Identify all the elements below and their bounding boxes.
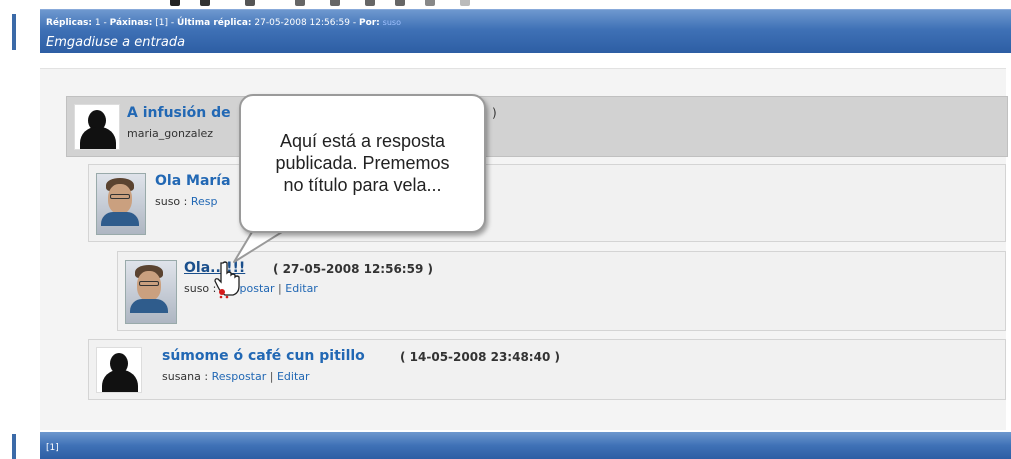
align-right-icon[interactable] [365,0,375,6]
tutorial-callout: Aquí está a resposta publicada. Prememos… [239,94,486,233]
thread-status-text: Emgadiuse a entrada [46,35,186,50]
entry-title-link[interactable]: A infusión de [127,105,231,121]
thread-entry-reply-3: súmome ó café cun pitillo ( 14-05-2008 2… [88,339,1006,400]
callout-text: Aquí está a resposta publicada. Prememos… [275,131,450,195]
entry-date: ( 14-05-2008 23:48:40 ) [400,350,560,364]
entry-date: ) [492,106,497,120]
entry-author: suso [184,282,210,295]
entry-title-link[interactable]: Ola María [155,173,231,189]
pages-value: [1] [155,18,168,28]
edit-link[interactable]: Editar [285,282,318,295]
reply-link[interactable]: Respostar [212,370,267,383]
entry-title-link[interactable]: súmome ó café cun pitillo [162,348,365,364]
replies-value: 1 [94,18,101,28]
justify-icon[interactable] [395,0,405,6]
user-avatar [96,347,142,393]
footer-page-link[interactable]: [1] [46,443,59,453]
entry-meta: susana : Respostar | Editar [162,370,310,383]
entry-author: suso [155,195,181,208]
left-edge-line-top [12,14,16,50]
thread-entry-reply-1: Ola María suso : Resp [88,164,1006,242]
align-left-icon[interactable] [295,0,305,6]
link-divider: | [269,370,274,383]
last-reply-label: Última réplica: [176,18,252,28]
entry-date: ( 27-05-2008 12:56:59 ) [273,262,433,276]
last-reply-value: 27-05-2008 12:56:59 [254,18,350,28]
italic-icon[interactable] [200,0,210,6]
hand-cursor-icon [214,261,240,299]
edit-link[interactable]: Editar [277,370,310,383]
left-edge-line-bottom [12,434,16,459]
bold-icon[interactable] [170,0,180,6]
thread-stats: Réplicas: 1 - Páxinas: [1] - Última répl… [46,18,401,28]
link-divider: | [278,282,282,295]
underline-icon[interactable] [245,0,255,6]
author-separator: : [200,370,212,383]
editor-toolbar-remnant [40,0,1011,8]
forum-thread-page: Réplicas: 1 - Páxinas: [1] - Última répl… [0,0,1011,459]
entry-author: maria_gonzalez [127,127,214,140]
entry-meta: suso : Respostar | Editar [184,282,318,295]
entry-meta: suso : Resp [155,195,218,208]
thread-footer-bar: [1] [40,432,1011,459]
replies-label: Réplicas: [46,18,93,28]
reply-link[interactable]: Resp [191,195,218,208]
author-separator: : [180,195,191,208]
list-icon[interactable] [425,0,435,6]
last-reply-user-link[interactable]: suso [383,18,401,27]
thread-entry-root: A infusión de ) maria_gonzalez [66,96,1008,157]
align-center-icon[interactable] [330,0,340,6]
by-label: Por: [358,18,380,28]
user-avatar [125,260,177,324]
pages-label: Páxinas: [109,18,153,28]
user-avatar [74,104,120,150]
entry-author: susana [162,370,201,383]
user-avatar [96,173,146,235]
link-icon[interactable] [460,0,470,6]
thread-header-bar: Réplicas: 1 - Páxinas: [1] - Última répl… [40,9,1011,53]
